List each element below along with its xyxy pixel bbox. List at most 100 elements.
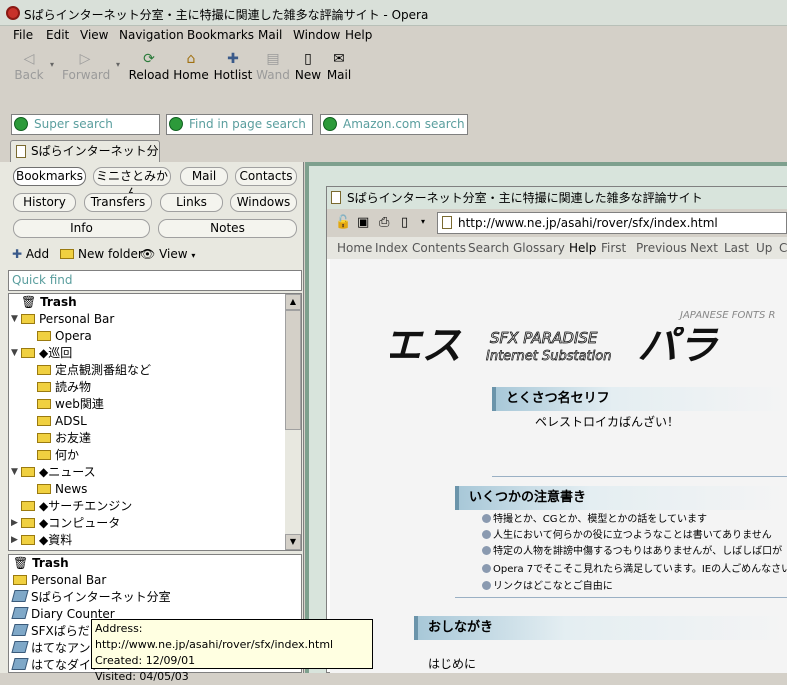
panel-notes-button[interactable]: Notes [158, 219, 297, 238]
logo-katakana: パラ [635, 327, 728, 365]
menu-bar: File Edit View Navigation Bookmarks Mail… [0, 26, 787, 46]
nav-contents[interactable]: Contents [412, 241, 466, 255]
nav-copyright[interactable]: C [779, 241, 787, 255]
menu-link-intro[interactable]: はじめに [428, 656, 476, 673]
nav-index[interactable]: Index [375, 241, 408, 255]
list-item-bookmark[interactable]: SFXぱらだい [11, 623, 102, 640]
list-item-bookmark[interactable]: Sぱらインターネット分室 [11, 589, 171, 606]
tree-item-news-folder[interactable]: ◆ニュース [21, 464, 96, 481]
nav-first[interactable]: First [601, 241, 626, 255]
tree-item-personal-bar[interactable]: Personal Bar [21, 311, 114, 328]
document-title-bar: Sぱらインターネット分室・主に特撮に関連した雑多な評論サイト [327, 187, 787, 209]
navigation-bar: Home Index Contents Search Glossary Help… [327, 237, 787, 259]
collapse-icon[interactable]: ▼ [11, 467, 18, 477]
expand-icon[interactable]: ▶ [11, 518, 18, 528]
logo-text: Internet Substation [486, 349, 611, 364]
panel-links-button[interactable]: Links [160, 193, 223, 212]
tree-item-web[interactable]: web関連 [37, 396, 104, 413]
nav-home[interactable]: Home [337, 241, 372, 255]
divider [492, 476, 787, 477]
home-button[interactable]: ⌂ Home [168, 50, 214, 84]
menu-bookmarks[interactable]: Bookmarks [187, 28, 254, 42]
panel-mini-button[interactable]: ミニさとみかん [93, 167, 171, 200]
back-dropdown-icon[interactable]: ▾ [50, 60, 54, 69]
add-icon: ✚ [12, 247, 23, 261]
back-button[interactable]: ◁ Back [6, 50, 52, 84]
reload-button[interactable]: ⟳ Reload [126, 50, 172, 84]
scroll-thumb[interactable] [285, 310, 301, 430]
tree-item-opera[interactable]: Opera [37, 328, 92, 345]
collapse-icon[interactable]: ▼ [11, 314, 18, 324]
camera-icon[interactable]: ▣ [357, 215, 369, 230]
menu-navigation[interactable]: Navigation [119, 28, 184, 42]
divider [455, 597, 787, 598]
tree-item-something[interactable]: 何か [37, 447, 79, 464]
tree-item-adsl[interactable]: ADSL [37, 413, 87, 430]
folder-icon [37, 382, 51, 392]
tree-item-news[interactable]: News [37, 481, 87, 498]
menu-help[interactable]: Help [345, 28, 372, 42]
list-item-trash[interactable]: 🗑 Trash [13, 555, 69, 572]
tree-item-programs[interactable]: 定点観測番組など [37, 362, 151, 379]
folder-icon [37, 484, 51, 494]
chevron-down-icon[interactable]: ▾ [421, 217, 425, 226]
nav-up[interactable]: Up [756, 241, 772, 255]
trash-icon: 🗑 [21, 295, 37, 309]
panel-info-button[interactable]: Info [13, 219, 150, 238]
mail-button[interactable]: ✉ Mail [316, 50, 362, 84]
panel-history-button[interactable]: History [13, 193, 76, 212]
view-menu-button[interactable]: 👁 View ▾ [140, 247, 195, 261]
tree-item-friends[interactable]: お友達 [37, 430, 91, 447]
bullet-icon [482, 514, 491, 523]
menu-view[interactable]: View [80, 28, 108, 42]
find-in-page-field[interactable]: Find in page search [166, 114, 313, 135]
new-folder-button[interactable]: New folder [60, 247, 143, 261]
nav-help[interactable]: Help [569, 241, 596, 255]
expand-icon[interactable]: ▶ [11, 535, 18, 545]
tree-scrollbar[interactable]: ▲ ▼ [285, 294, 301, 550]
add-bookmark-button[interactable]: ✚ Add [12, 247, 49, 261]
tree-item-trash[interactable]: 🗑 Trash [21, 294, 77, 311]
title-bar: Sぱらインターネット分室・主に特撮に関連した雑多な評論サイト - Opera [0, 0, 787, 26]
folder-icon [37, 416, 51, 426]
menu-mail[interactable]: Mail [258, 28, 282, 42]
amazon-search-field[interactable]: Amazon.com search [320, 114, 468, 135]
nav-next[interactable]: Next [690, 241, 718, 255]
note-item: リンクはどこなとご自由に [482, 579, 613, 595]
page-tab[interactable]: Sぱらインターネット分室... [10, 140, 160, 162]
panel-contacts-button[interactable]: Contacts [235, 167, 297, 186]
new-page-icon[interactable]: ▯ [401, 215, 408, 230]
super-search-field[interactable]: Super search [11, 114, 160, 135]
quick-find-input[interactable]: Quick find [8, 270, 302, 291]
tree-item-patrol[interactable]: ◆巡回 [21, 345, 72, 362]
note-item: Opera 7でそこそこ見れたら満足しています。IEの人ごめんなさい [482, 562, 787, 578]
tree-item-materials[interactable]: ◆資料 [21, 532, 72, 549]
address-field[interactable]: http://www.ne.jp/asahi/rover/sfx/index.h… [437, 212, 787, 234]
tree-item-computer[interactable]: ◆コンピュータ [21, 515, 120, 532]
panel-mail-button[interactable]: Mail [180, 167, 228, 186]
panel-windows-button[interactable]: Windows [230, 193, 297, 212]
menu-window[interactable]: Window [293, 28, 340, 42]
scroll-down-icon[interactable]: ▼ [285, 534, 301, 550]
tree-item-search-engines[interactable]: ◆サーチエンジン [21, 498, 132, 515]
nav-previous[interactable]: Previous [636, 241, 687, 255]
tree-item-reading[interactable]: 読み物 [37, 379, 91, 396]
scroll-up-icon[interactable]: ▲ [285, 294, 301, 310]
panel-bookmarks-button[interactable]: Bookmarks [13, 167, 86, 186]
nav-search[interactable]: Search [468, 241, 509, 255]
forward-dropdown-icon[interactable]: ▾ [116, 60, 120, 69]
list-item-personal-bar[interactable]: Personal Bar [13, 572, 106, 589]
opera-icon [6, 6, 20, 20]
menu-edit[interactable]: Edit [46, 28, 69, 42]
nav-glossary[interactable]: Glossary [513, 241, 565, 255]
collapse-icon[interactable]: ▼ [11, 348, 18, 358]
lock-icon[interactable]: 🔓 [335, 215, 351, 230]
print-icon[interactable]: ⎙ [379, 215, 389, 230]
logo-katakana: エス [390, 327, 471, 365]
panel-transfers-button[interactable]: Transfers [84, 193, 152, 212]
folder-icon [37, 331, 51, 341]
menu-file[interactable]: File [13, 28, 33, 42]
folder-icon [21, 501, 35, 511]
forward-button[interactable]: ▷ Forward [62, 50, 110, 84]
nav-last[interactable]: Last [724, 241, 749, 255]
